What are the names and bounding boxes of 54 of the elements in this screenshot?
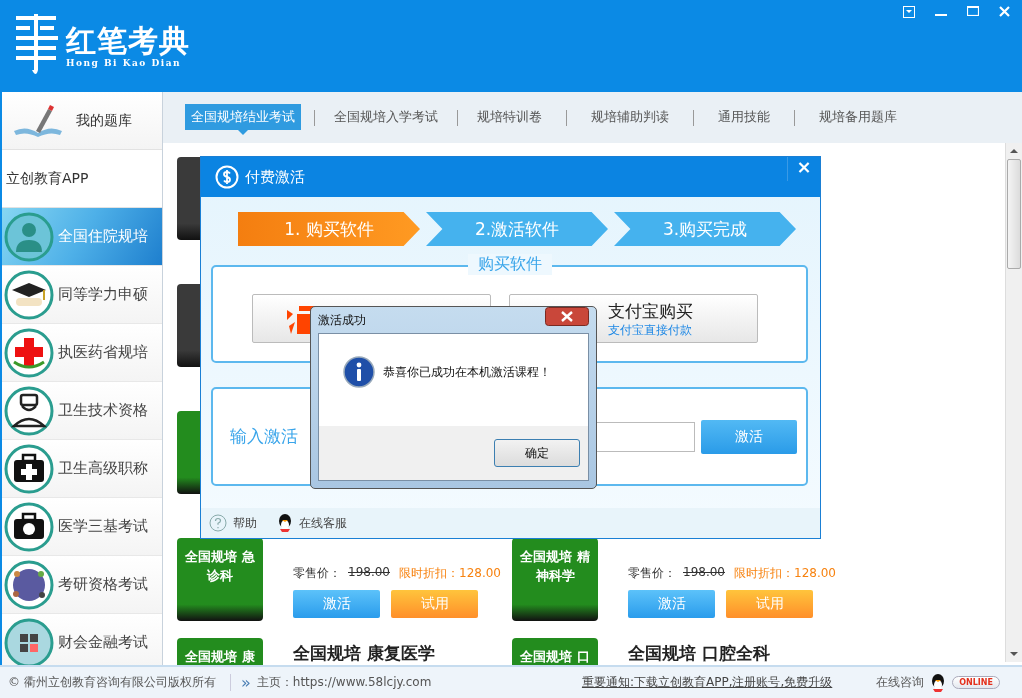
course-tile[interactable]: 全国规培 口: [512, 638, 598, 665]
retail-price: 198.00: [348, 565, 390, 581]
course-title: 全国规培 口腔全科: [628, 642, 770, 665]
online-badge[interactable]: ONLINE: [952, 676, 1000, 689]
help-icon[interactable]: [209, 514, 227, 532]
panel-legend: 购买软件: [467, 254, 552, 275]
chevron-text: »: [241, 673, 251, 692]
help-link[interactable]: 帮助: [233, 514, 257, 532]
info-icon: [343, 356, 375, 388]
scrollbar[interactable]: [1005, 143, 1022, 662]
retail-price: 198.00: [683, 565, 725, 581]
copyright-text: © 衢州立创教育咨询有限公司版权所有: [8, 674, 231, 691]
penguin-icon: [277, 514, 293, 532]
homepage-text: 主页：https://www.58lcjy.com: [256, 674, 432, 691]
people-circle-icon: [4, 559, 54, 610]
course-tile[interactable]: 全国规培 康: [177, 638, 263, 665]
dropdown-icon[interactable]: [903, 6, 915, 18]
code-label: 输入激活: [230, 425, 298, 448]
dialog-title: 付费激活: [245, 167, 305, 187]
pencil-book-icon: [12, 102, 64, 139]
ok-button[interactable]: 确定: [494, 439, 580, 467]
app-name: 红笔考典: [66, 24, 190, 58]
maximize-icon[interactable]: [967, 6, 979, 16]
tab[interactable]: 规培备用题库: [813, 103, 903, 130]
medical-bag-icon: [4, 501, 54, 552]
nurse-icon: [4, 385, 54, 436]
close-button[interactable]: ×: [787, 157, 820, 181]
cross-icon: [4, 327, 54, 378]
course-tile[interactable]: 全国规培 精神科学: [512, 538, 598, 621]
retail-label: 零售价：: [293, 565, 341, 582]
consult-text: 在线咨询: [876, 674, 925, 691]
tab[interactable]: 规培辅助判读: [585, 103, 675, 130]
course-title: 全国规培 康复医学: [293, 642, 435, 665]
message-title: 激活成功: [318, 311, 366, 329]
doctor-icon: [4, 211, 54, 262]
tab[interactable]: 全国规培入学考试: [328, 103, 444, 130]
dollar-icon: [215, 165, 239, 189]
close-button[interactable]: [545, 307, 589, 326]
retail-label: 零售价：: [628, 565, 676, 582]
notice-link[interactable]: 重要通知:下载立创教育APP,注册账号,免费升级: [581, 674, 833, 691]
graduation-cap-icon: [4, 269, 54, 320]
tab[interactable]: 规培特训卷: [471, 103, 548, 130]
penguin-icon: [930, 673, 947, 692]
app-subtitle: Hong Bi Kao Dian: [66, 58, 183, 68]
course-tile[interactable]: 全国规培 急诊科: [177, 538, 263, 621]
discount-price: 限时折扣：128.00: [399, 565, 501, 582]
medical-case-icon: [4, 443, 54, 494]
pointer-icon: [238, 129, 248, 135]
calculator-icon: [4, 617, 54, 665]
message-text: 恭喜你已成功在本机激活课程！: [383, 363, 551, 381]
discount-price: 限时折扣：128.00: [734, 565, 836, 582]
service-link[interactable]: 在线客服: [299, 514, 347, 532]
tab[interactable]: 通用技能: [712, 103, 776, 130]
close-icon[interactable]: [999, 6, 1010, 17]
